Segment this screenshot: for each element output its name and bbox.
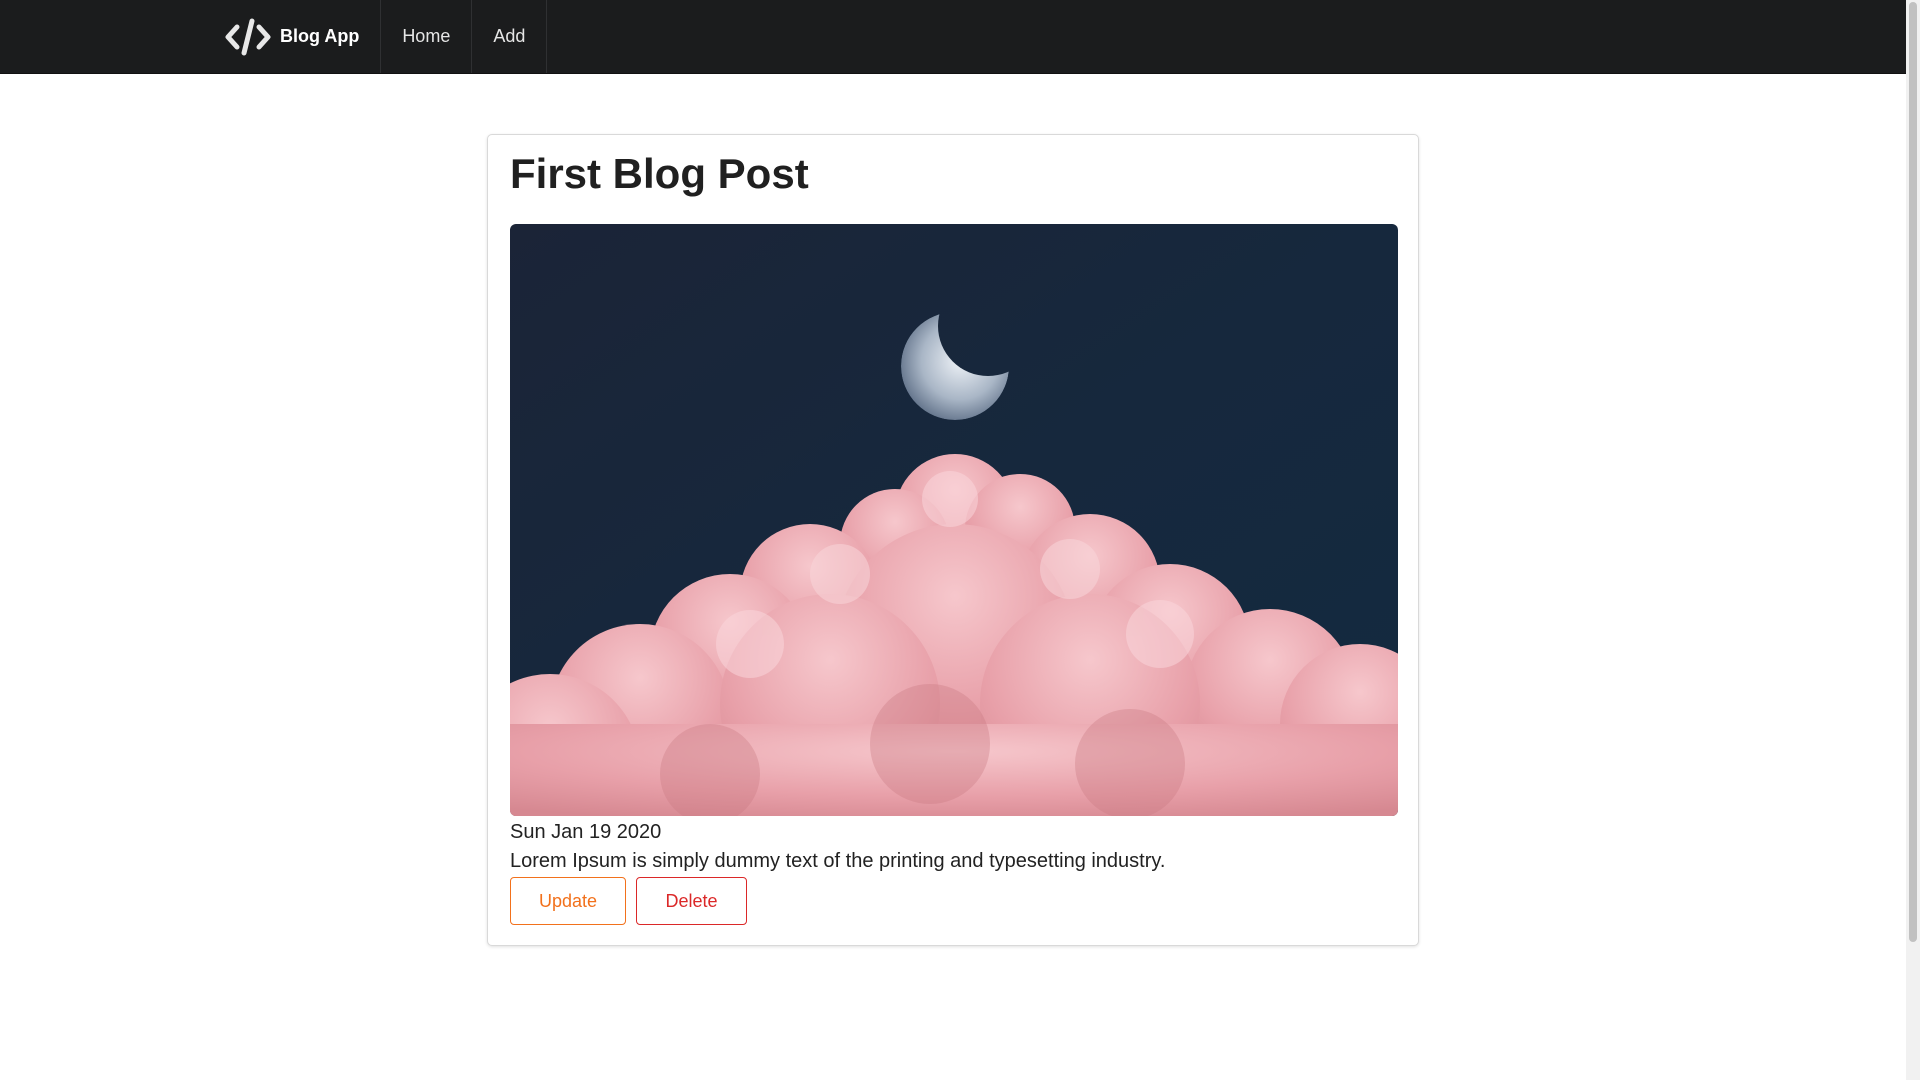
code-icon — [225, 18, 271, 55]
post-title: First Blog Post — [510, 150, 809, 197]
post-image — [510, 224, 1398, 816]
nav-link-add[interactable]: Add — [472, 0, 548, 73]
update-button[interactable]: Update — [510, 877, 626, 925]
post-body: Lorem Ipsum is simply dummy text of the … — [510, 850, 1166, 872]
vertical-scrollbar[interactable] — [1906, 0, 1920, 1080]
brand-label: Blog App — [280, 26, 360, 46]
top-navbar: Blog App Home Add — [0, 0, 1906, 74]
nav-link-home[interactable]: Home — [381, 0, 473, 73]
nav-menu: Blog App Home Add — [203, 0, 548, 73]
delete-button[interactable]: Delete — [636, 877, 747, 925]
post-date: Sun Jan 19 2020 — [510, 821, 662, 843]
post-card: First Blog Post Sun Jan 19 2020 Lorem Ip… — [487, 134, 1419, 946]
brand-link[interactable]: Blog App — [203, 0, 382, 73]
scrollbar-thumb[interactable] — [1909, 2, 1917, 942]
